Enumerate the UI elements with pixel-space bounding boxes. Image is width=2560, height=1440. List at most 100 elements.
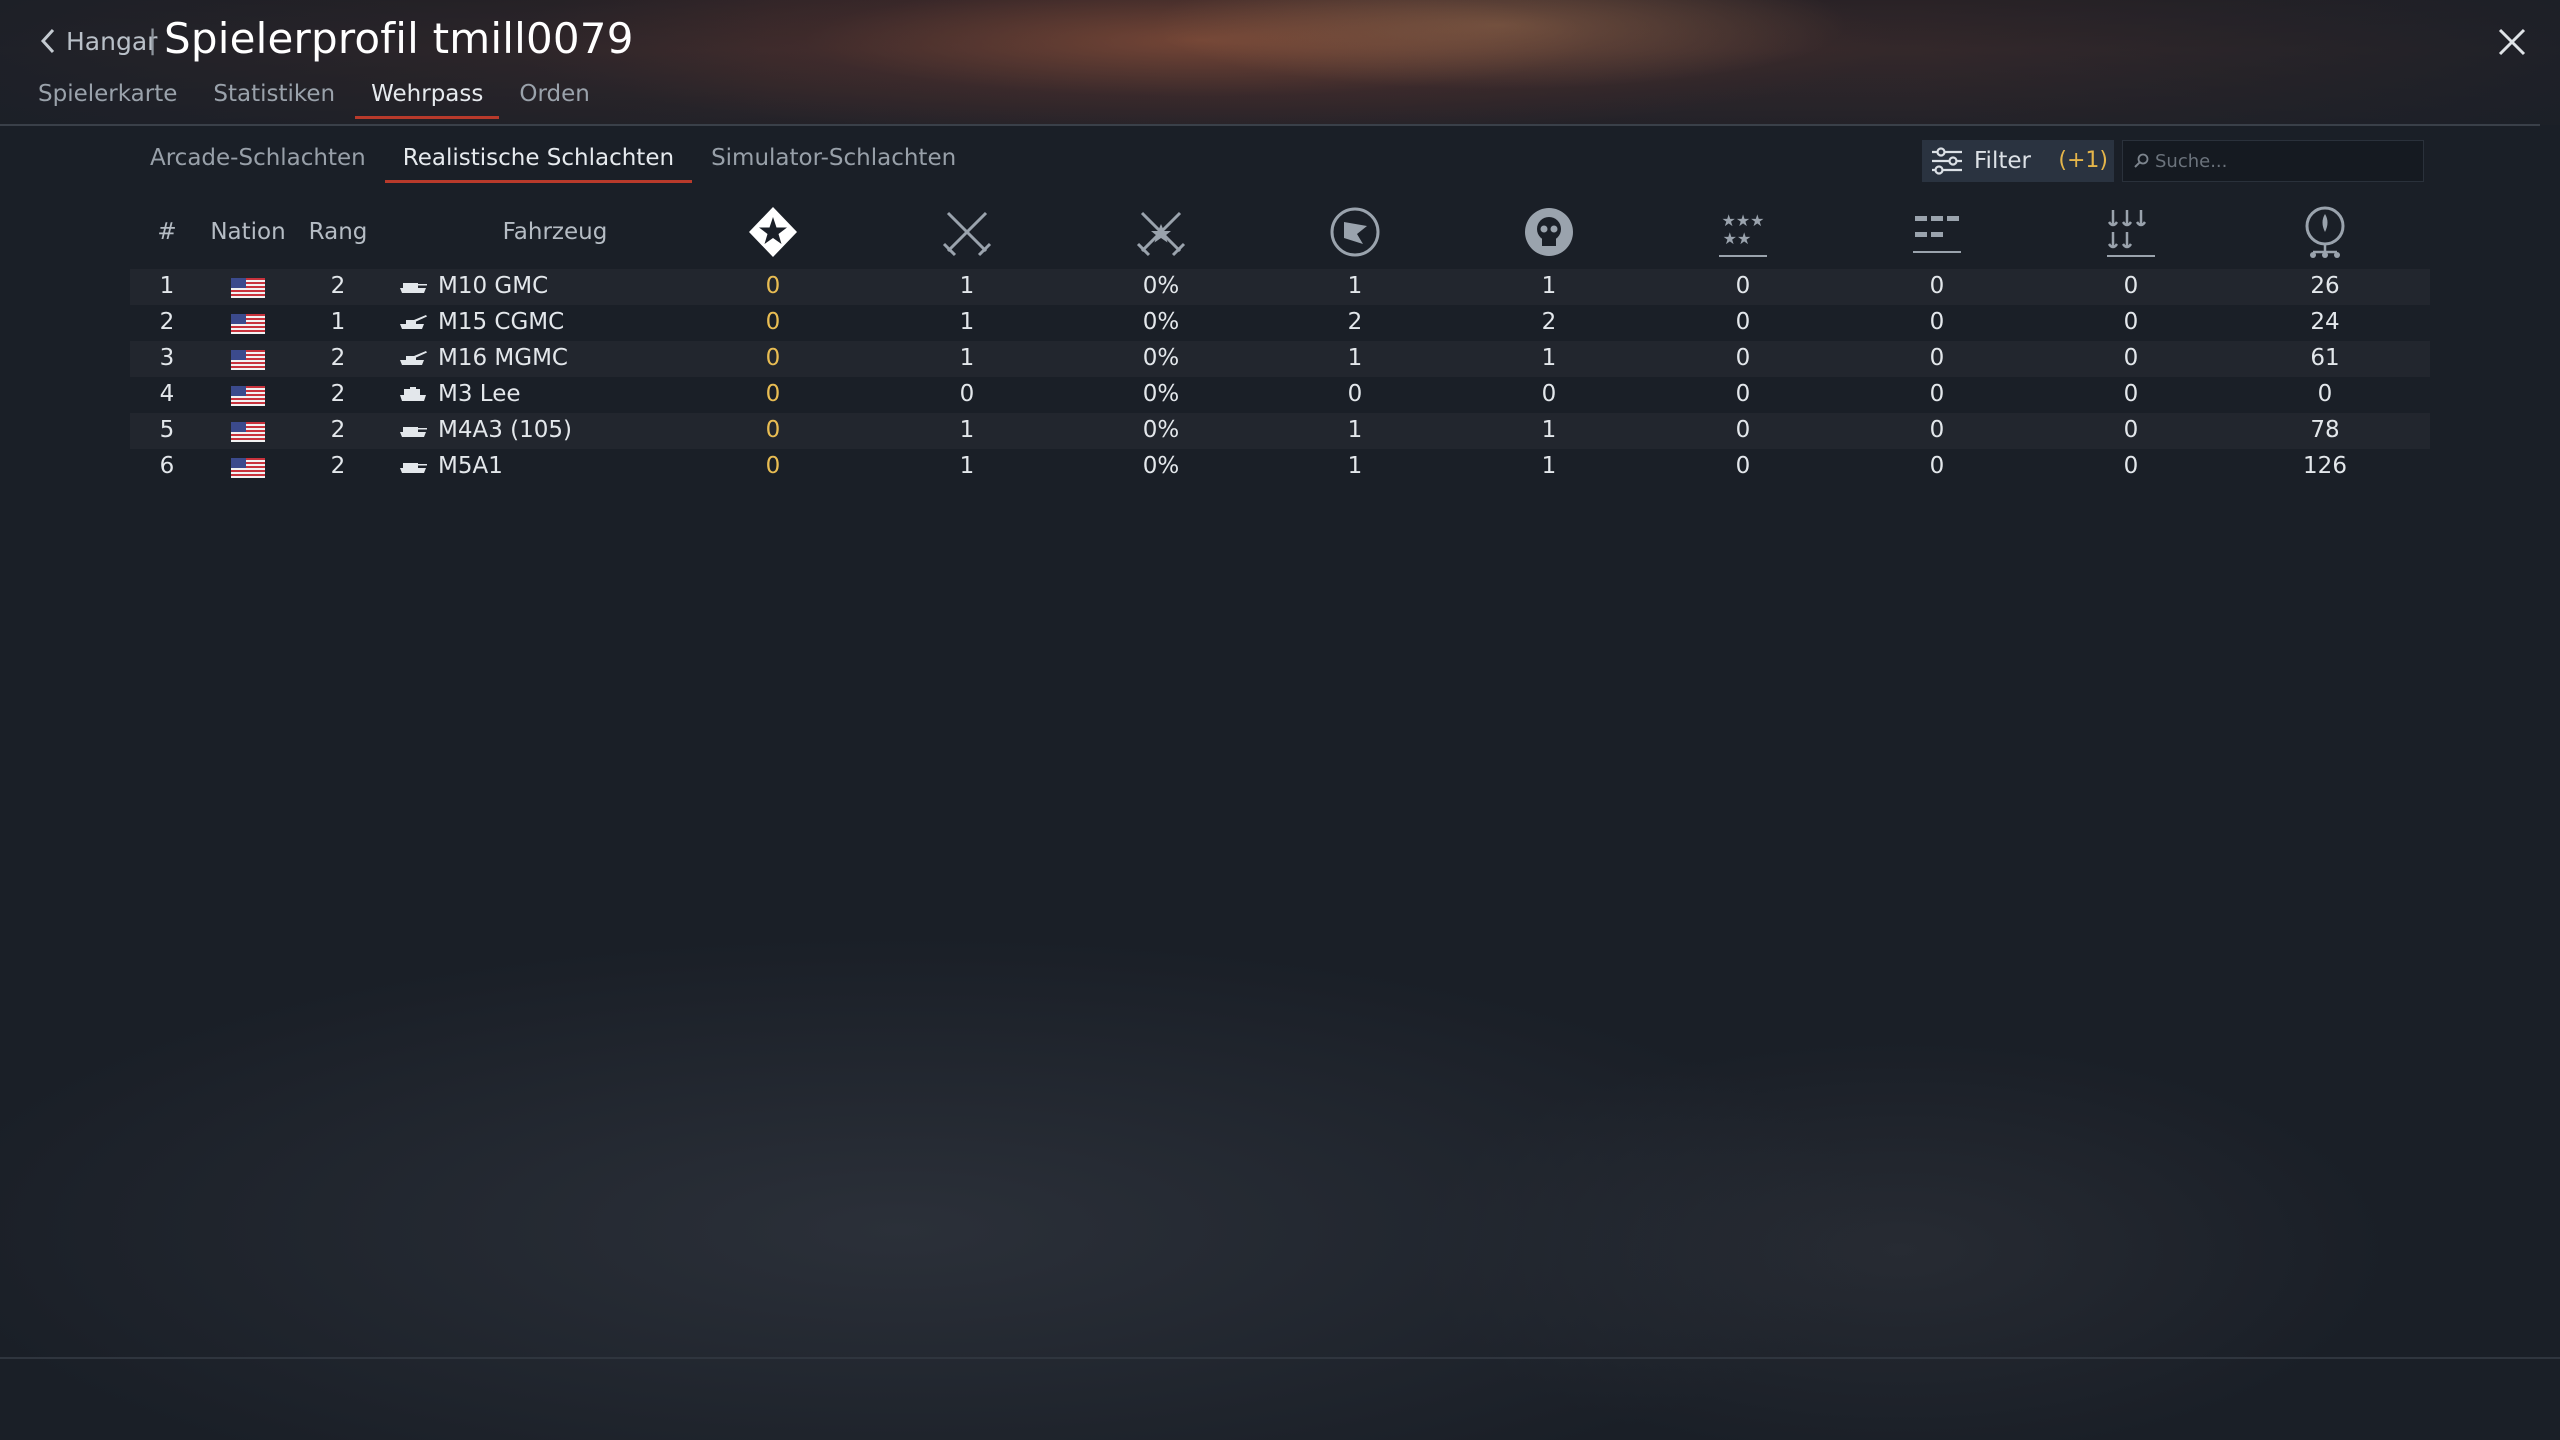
usa-flag-icon bbox=[231, 458, 265, 478]
stat-flights: 126 bbox=[2303, 453, 2347, 479]
vehicle-rank: 1 bbox=[330, 309, 346, 335]
back-to-hangar-link[interactable]: Hangar bbox=[38, 26, 157, 56]
stat-flights: 0 bbox=[2317, 381, 2333, 407]
tab-wehrpass[interactable]: Wehrpass bbox=[355, 81, 500, 119]
vehicle-name: M3 Lee bbox=[438, 381, 521, 407]
vehicle-name: M5A1 bbox=[438, 453, 503, 479]
stat-ground-kills: 0 bbox=[1929, 273, 1945, 299]
profile-tab-bar: Spielerkarte Statistiken Wehrpass Orden bbox=[38, 81, 626, 119]
stat-air-kills: 0 bbox=[1735, 345, 1751, 371]
stat-naval-kills: 0 bbox=[2123, 453, 2139, 479]
usa-flag-icon bbox=[231, 386, 265, 406]
table-row[interactable]: 5 2 M4A3 (105) 0 1 0% 1 1 0 0 0 78 bbox=[130, 413, 2430, 449]
stat-victory-ratio: 0% bbox=[1142, 453, 1180, 479]
svg-text:★★: ★★ bbox=[1723, 229, 1752, 248]
stat-respawns: 1 bbox=[1347, 273, 1363, 299]
deaths-icon[interactable] bbox=[1521, 204, 1577, 260]
vehicle-name-link[interactable]: M4A3 (105) bbox=[398, 417, 572, 443]
flights-icon[interactable] bbox=[2297, 204, 2353, 260]
vehicle-name: M10 GMC bbox=[438, 273, 549, 299]
stat-victories: 0 bbox=[765, 381, 781, 407]
vehicle-rank: 2 bbox=[330, 417, 346, 443]
tab-spielerkarte[interactable]: Spielerkarte bbox=[38, 81, 177, 117]
table-row[interactable]: 2 1 M15 CGMC 0 1 0% 2 2 0 0 0 24 bbox=[130, 305, 2430, 341]
stat-battles: 1 bbox=[959, 345, 975, 371]
table-row[interactable]: 3 2 M16 MGMC 0 1 0% 1 1 0 0 0 61 bbox=[130, 341, 2430, 377]
stat-respawns: 1 bbox=[1347, 417, 1363, 443]
stat-deaths: 1 bbox=[1541, 453, 1557, 479]
mode-tab-simulator-schlachten[interactable]: Simulator-Schlachten bbox=[711, 145, 956, 179]
ground-kills-icon[interactable] bbox=[1909, 204, 1965, 260]
vehicle-name-link[interactable]: M15 CGMC bbox=[398, 309, 564, 335]
stat-battles: 1 bbox=[959, 309, 975, 335]
tab-statistiken[interactable]: Statistiken bbox=[213, 81, 335, 117]
stat-air-kills: 0 bbox=[1735, 309, 1751, 335]
stat-air-kills: 0 bbox=[1735, 417, 1751, 443]
vehicle-rank: 2 bbox=[330, 273, 346, 299]
vehicle-heavy-icon bbox=[400, 387, 426, 401]
victory-ratio-icon[interactable] bbox=[1133, 204, 1189, 260]
vehicle-name-link[interactable]: M10 GMC bbox=[398, 273, 548, 299]
stat-flights: 24 bbox=[2310, 309, 2340, 335]
tab-orden[interactable]: Orden bbox=[519, 81, 589, 117]
footer-divider bbox=[0, 1357, 2560, 1359]
stat-victories: 0 bbox=[765, 417, 781, 443]
naval-kills-icon[interactable] bbox=[2103, 204, 2159, 260]
stat-victory-ratio: 0% bbox=[1142, 345, 1180, 371]
vehicle-spaa-icon bbox=[400, 315, 427, 329]
stat-flights: 78 bbox=[2310, 417, 2340, 443]
stat-naval-kills: 0 bbox=[2123, 417, 2139, 443]
vehicle-name-link[interactable]: M5A1 bbox=[398, 453, 503, 479]
stat-air-kills: 0 bbox=[1735, 273, 1751, 299]
stat-victories: 0 bbox=[765, 309, 781, 335]
stat-ground-kills: 0 bbox=[1929, 453, 1945, 479]
search-input[interactable] bbox=[2153, 149, 2417, 173]
usa-flag-icon bbox=[231, 314, 265, 334]
stat-ground-kills: 0 bbox=[1929, 381, 1945, 407]
vehicle-rank: 2 bbox=[330, 381, 346, 407]
stat-victories: 0 bbox=[765, 345, 781, 371]
row-index: 4 bbox=[159, 381, 175, 407]
table-row[interactable]: 6 2 M5A1 0 1 0% 1 1 0 0 0 126 bbox=[130, 449, 2430, 485]
usa-flag-icon bbox=[231, 350, 265, 370]
stat-respawns: 2 bbox=[1347, 309, 1363, 335]
close-button[interactable] bbox=[2494, 24, 2530, 60]
column-header-vehicle: Fahrzeug bbox=[502, 219, 608, 245]
stat-battles: 1 bbox=[959, 417, 975, 443]
stat-air-kills: 0 bbox=[1735, 453, 1751, 479]
vehicle-name-link[interactable]: M16 MGMC bbox=[398, 345, 568, 371]
stat-naval-kills: 0 bbox=[2123, 309, 2139, 335]
vehicle-name: M16 MGMC bbox=[438, 345, 568, 371]
stat-air-kills: 0 bbox=[1735, 381, 1751, 407]
stat-victories: 0 bbox=[765, 453, 781, 479]
battles-icon[interactable] bbox=[939, 204, 995, 260]
column-header-index: # bbox=[157, 219, 177, 245]
table-row[interactable]: 4 2 M3 Lee 0 0 0% 0 0 0 0 0 0 bbox=[130, 377, 2430, 413]
stat-flights: 61 bbox=[2310, 345, 2340, 371]
stat-deaths: 0 bbox=[1541, 381, 1557, 407]
usa-flag-icon bbox=[231, 422, 265, 442]
search-field[interactable] bbox=[2122, 140, 2424, 182]
stat-naval-kills: 0 bbox=[2123, 345, 2139, 371]
filter-button[interactable]: Filter (+1) bbox=[1922, 140, 2114, 182]
stat-victory-ratio: 0% bbox=[1142, 381, 1180, 407]
mode-tab-arcade-schlachten[interactable]: Arcade-Schlachten bbox=[150, 145, 366, 179]
victories-icon[interactable] bbox=[745, 204, 801, 260]
stat-ground-kills: 0 bbox=[1929, 417, 1945, 443]
stat-naval-kills: 0 bbox=[2123, 381, 2139, 407]
vehicle-tank-icon bbox=[400, 283, 427, 293]
respawns-icon[interactable] bbox=[1327, 204, 1383, 260]
close-icon bbox=[2498, 28, 2526, 56]
vehicle-name-link[interactable]: M3 Lee bbox=[398, 381, 521, 407]
table-row[interactable]: 1 2 M10 GMC 0 1 0% 1 1 0 0 0 26 bbox=[130, 269, 2430, 305]
svg-text:★★★: ★★★ bbox=[1721, 211, 1764, 230]
stat-victory-ratio: 0% bbox=[1142, 273, 1180, 299]
stat-naval-kills: 0 bbox=[2123, 273, 2139, 299]
stat-ground-kills: 0 bbox=[1929, 345, 1945, 371]
filter-label: Filter bbox=[1974, 148, 2031, 174]
search-icon bbox=[2134, 153, 2149, 168]
stat-battles: 1 bbox=[959, 453, 975, 479]
air-kills-icon[interactable]: ★★★★★ bbox=[1715, 204, 1771, 260]
column-header-nation: Nation bbox=[210, 219, 286, 245]
mode-tab-realistische-schlachten[interactable]: Realistische Schlachten bbox=[384, 145, 693, 183]
